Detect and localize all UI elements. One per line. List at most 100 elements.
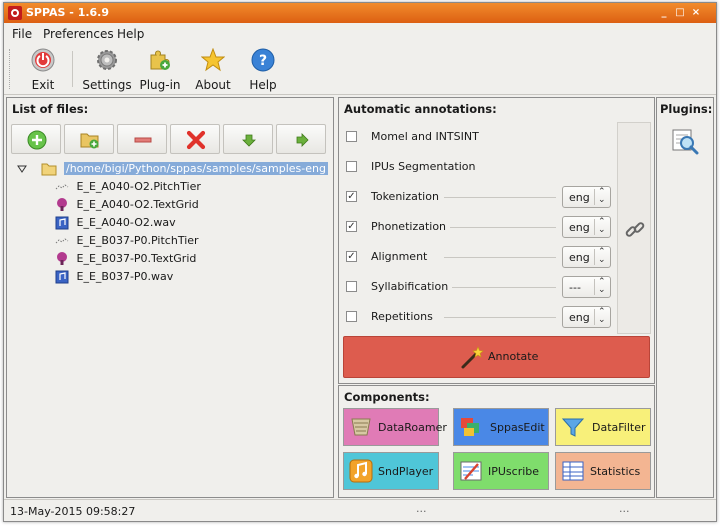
language-value: eng: [569, 251, 590, 264]
tree-root-label: /home/bigi/Python/sppas/samples/samples-…: [64, 162, 328, 175]
components-panel: Components: DataRoamer SppasEdit DataFil…: [338, 385, 655, 498]
minimize-button[interactable]: _: [657, 5, 671, 20]
sndplayer-button[interactable]: SndPlayer: [343, 452, 439, 490]
dataroamer-button[interactable]: DataRoamer: [343, 408, 447, 446]
language-select[interactable]: eng ⌃ ⌄: [562, 216, 611, 238]
plugins-panel: Plugins:: [656, 97, 714, 498]
ipuscribe-button[interactable]: IPUscribe: [453, 452, 549, 490]
tree-file-item[interactable]: E_E_B037-P0.TextGrid: [55, 250, 196, 268]
sppasedit-label: SppasEdit: [490, 421, 545, 434]
annotation-row: IPUs Segmentation: [344, 156, 609, 178]
tree-file-item[interactable]: E_E_B037-P0.wav: [55, 268, 173, 286]
updown-arrows-icon: ⌃ ⌄: [598, 187, 606, 205]
annotation-checkbox[interactable]: ✓: [346, 191, 357, 202]
annotation-checkbox[interactable]: [346, 161, 357, 172]
annotate-button[interactable]: Annotate: [343, 336, 650, 378]
add-file-button[interactable]: [11, 124, 61, 154]
file-name: E_E_A040-O2.wav: [76, 216, 176, 229]
sppasedit-icon: [461, 418, 479, 436]
tree-file-item[interactable]: E_E_A040-O2.wav: [55, 214, 176, 232]
status-bar: 13-May-2015 09:58:27 ... ...: [4, 499, 716, 521]
language-value: ---: [569, 281, 581, 294]
add-folder-button[interactable]: [64, 124, 114, 154]
annotation-checkbox[interactable]: [346, 311, 357, 322]
delete-file-button[interactable]: [170, 124, 220, 154]
annotation-row: Momel and INTSINT: [344, 126, 609, 148]
app-window: SPPAS - 1.6.9 _ □ × File Preferences Hel…: [3, 2, 717, 522]
export-right-button[interactable]: [276, 124, 326, 154]
exit-button[interactable]: Exit: [22, 45, 64, 93]
window-title: SPPAS - 1.6.9: [26, 6, 110, 19]
file-name: E_E_A040-O2.TextGrid: [76, 198, 199, 211]
wav-icon: [55, 216, 69, 230]
pitchtier-icon: [55, 238, 69, 244]
language-select[interactable]: --- ⌃ ⌄: [562, 276, 611, 298]
toolbar-grip[interactable]: [9, 49, 12, 89]
arrow-right-icon: [296, 133, 309, 147]
spinner-divider: [594, 189, 595, 205]
plugin-search-icon[interactable]: [671, 128, 699, 156]
annotations-panel: Automatic annotations: Momel and INTSINT…: [338, 97, 655, 384]
statistics-label: Statistics: [590, 465, 641, 478]
divider-line: [444, 257, 556, 258]
link-panel: [617, 122, 651, 334]
file-name: E_E_A040-O2.PitchTier: [76, 180, 201, 193]
maximize-button[interactable]: □: [673, 5, 687, 20]
spinner-divider: [594, 219, 595, 235]
toolbar-separator: [72, 51, 73, 87]
tree-file-item[interactable]: E_E_B037-P0.PitchTier: [55, 232, 199, 250]
datafilter-button[interactable]: DataFilter: [555, 408, 651, 446]
annotation-checkbox[interactable]: ✓: [346, 251, 357, 262]
menu-file[interactable]: File: [12, 27, 32, 41]
divider-line: [444, 227, 556, 228]
language-value: eng: [569, 311, 590, 324]
settings-button[interactable]: Settings: [82, 45, 132, 93]
sppasedit-button[interactable]: SppasEdit: [453, 408, 549, 446]
status-field-1: ...: [416, 502, 427, 515]
dataroamer-icon: [351, 418, 371, 436]
updown-arrows-icon: ⌃ ⌄: [598, 307, 606, 325]
file-name: E_E_B037-P0.wav: [76, 270, 174, 283]
statistics-button[interactable]: Statistics: [555, 452, 651, 490]
main-toolbar: Exit Settings Plug-in About ? Help: [4, 43, 716, 95]
tree-file-item[interactable]: E_E_A040-O2.PitchTier: [55, 178, 201, 196]
export-button[interactable]: [223, 124, 273, 154]
annotation-row: ✓ Alignment eng ⌃ ⌄: [344, 246, 611, 268]
about-button[interactable]: About: [192, 45, 234, 93]
annotation-checkbox[interactable]: [346, 131, 357, 142]
language-select[interactable]: eng ⌃ ⌄: [562, 186, 611, 208]
plugin-button[interactable]: Plug-in: [138, 45, 182, 93]
updown-arrows-icon: ⌃ ⌄: [598, 247, 606, 265]
annotation-checkbox[interactable]: ✓: [346, 221, 357, 232]
title-bar[interactable]: SPPAS - 1.6.9 _ □ ×: [4, 3, 716, 23]
language-select[interactable]: eng ⌃ ⌄: [562, 306, 611, 328]
wav-icon: [55, 270, 69, 284]
arrow-down-icon: [242, 134, 256, 147]
tree-file-item[interactable]: E_E_A040-O2.TextGrid: [55, 196, 199, 214]
annotation-checkbox[interactable]: [346, 281, 357, 292]
language-value: eng: [569, 221, 590, 234]
spinner-divider: [594, 279, 595, 295]
annotation-label: Alignment: [371, 250, 432, 263]
language-select[interactable]: eng ⌃ ⌄: [562, 246, 611, 268]
status-field-2: ...: [619, 502, 630, 515]
minus-icon: [134, 137, 152, 143]
plus-circle-icon: [27, 130, 47, 150]
tree-root[interactable]: /home/bigi/Python/sppas/samples/samples-…: [17, 160, 328, 178]
remove-file-button[interactable]: [117, 124, 167, 154]
question-icon: ?: [251, 48, 275, 72]
help-button[interactable]: ? Help: [246, 45, 280, 93]
components-panel-title: Components:: [344, 390, 430, 404]
menu-preferences[interactable]: Preferences: [43, 27, 114, 41]
updown-arrows-icon: ⌃ ⌄: [598, 277, 606, 295]
expand-toggle-icon[interactable]: [17, 164, 27, 174]
close-button[interactable]: ×: [689, 5, 703, 20]
annotate-label: Annotate: [488, 350, 539, 363]
statistics-table-icon: [562, 461, 584, 481]
plugins-panel-title: Plugins:: [660, 102, 713, 116]
chain-link-icon[interactable]: [624, 219, 646, 241]
menu-help[interactable]: Help: [117, 27, 144, 41]
status-datetime: 13-May-2015 09:58:27: [10, 505, 136, 518]
textgrid-icon: [57, 198, 67, 211]
divider-line: [444, 287, 556, 288]
